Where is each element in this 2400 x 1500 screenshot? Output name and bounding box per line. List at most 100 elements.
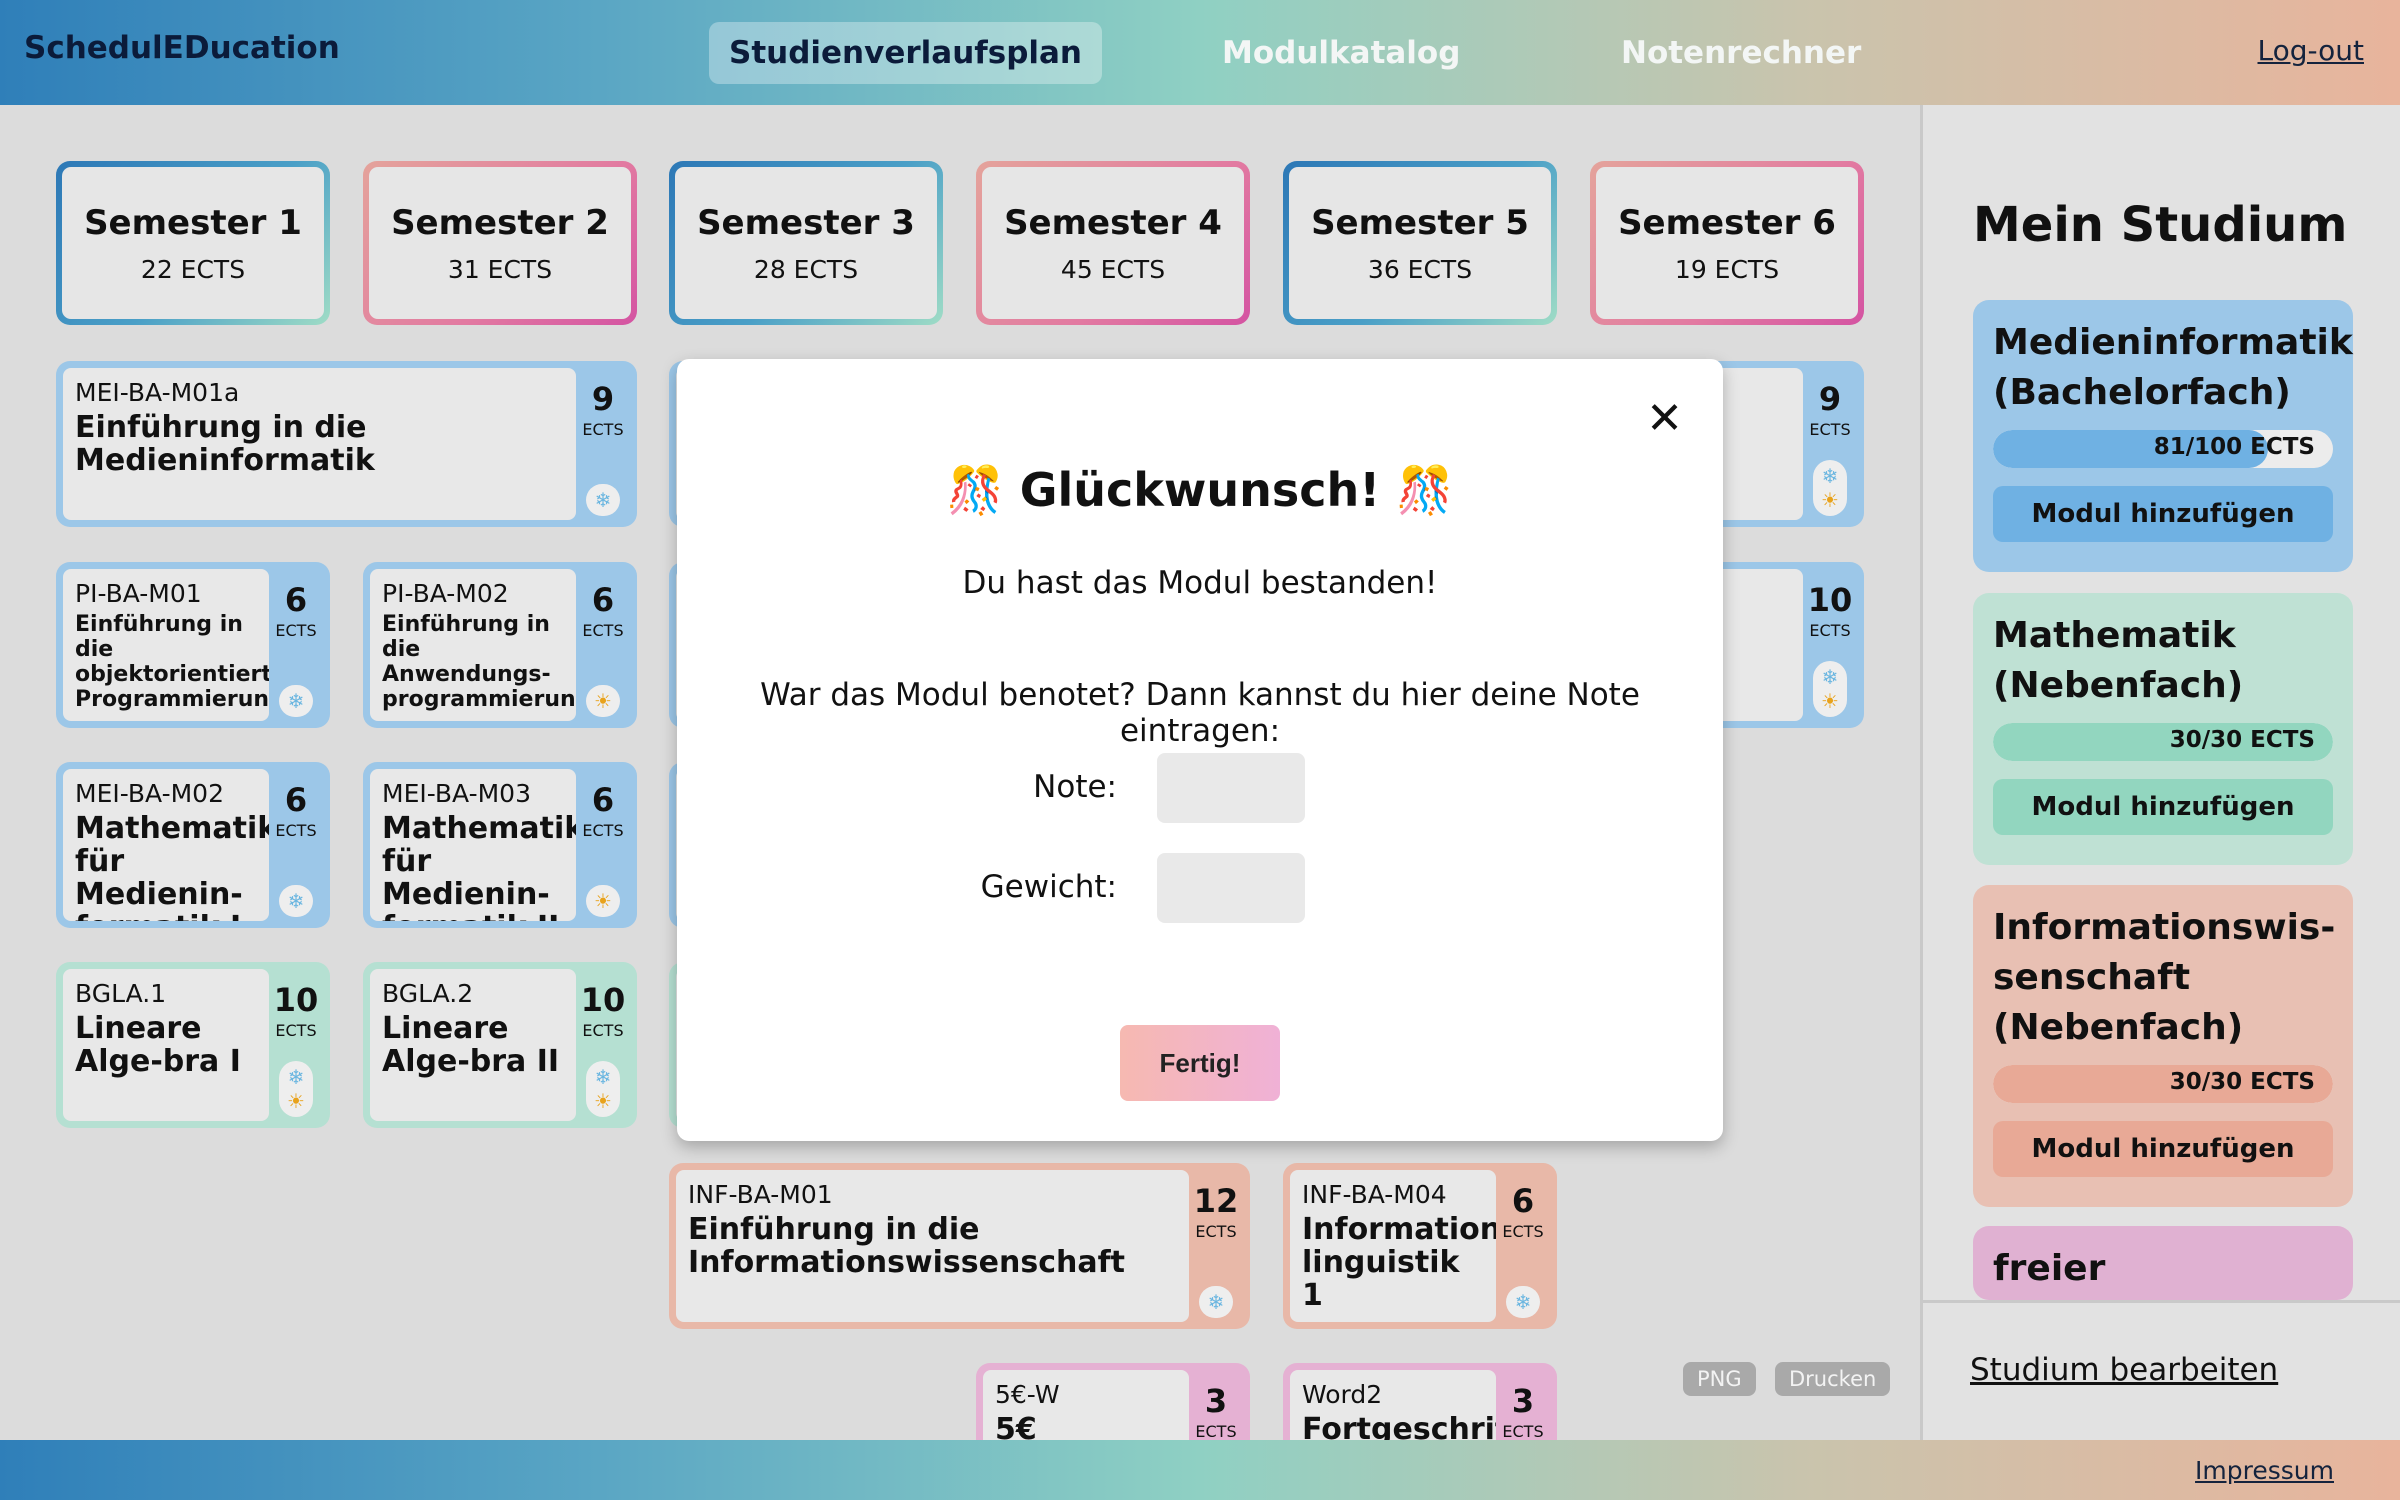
semester-header-2[interactable]: Semester 2 31 ECTS: [363, 161, 637, 325]
module-ects-unit: ECTS: [1809, 420, 1851, 439]
subject-name: Mathematik (Nebenfach): [1993, 615, 2244, 706]
top-navigation-bar: SchedulEDucation Studienverlaufsplan Mod…: [0, 0, 2400, 105]
semester-header-1[interactable]: Semester 1 22 ECTS: [56, 161, 330, 325]
module-ects: 6: [1511, 1182, 1535, 1220]
note-input[interactable]: [1157, 753, 1305, 823]
module-title: Einführung in die Medieninformatik: [75, 410, 375, 478]
progress-label: 30/30 ECTS: [2169, 1069, 2315, 1095]
module-title: Lineare Alge-bra II: [382, 1011, 560, 1079]
sun-icon: ☀: [287, 1089, 305, 1113]
sun-icon: ☀: [594, 689, 612, 713]
subject-name: Medieninformatik (Bachelorfach): [1993, 322, 2353, 413]
semester-availability: ❄: [279, 685, 313, 717]
module-code: MEI-BA-M02: [75, 779, 224, 808]
subject-card-informationswissenschaft: Informationswis-senschaft (Nebenfach) 30…: [1973, 885, 2353, 1207]
module-ects-unit: ECTS: [582, 821, 624, 840]
app-logo[interactable]: SchedulEDucation: [24, 30, 340, 66]
subject-progress-bar: 30/30 ECTS: [1993, 723, 2333, 761]
close-icon[interactable]: ✕: [1646, 393, 1683, 444]
module-card[interactable]: MEI-BA-M01a Einführung in die Medieninfor…: [56, 361, 637, 527]
module-card[interactable]: BGLA.2 Lineare Alge-bra II 10 ECTS ❄ ☀: [363, 962, 637, 1128]
module-ects-unit: ECTS: [1502, 1222, 1544, 1241]
modal-title: 🎊 Glückwunsch! 🎊: [946, 463, 1454, 517]
add-module-button[interactable]: Modul hinzufügen: [1993, 1121, 2333, 1177]
snowflake-icon: ❄: [1207, 1290, 1225, 1314]
semester-ects: 31 ECTS: [447, 254, 553, 284]
module-ects: 10: [1807, 581, 1853, 619]
module-code: BGLA.1: [75, 979, 167, 1008]
submit-button[interactable]: Fertig!: [1120, 1025, 1280, 1101]
semester-title: Semester 1: [84, 202, 302, 243]
modal-subtitle: Du hast das Modul bestanden!: [962, 565, 1438, 601]
module-code: PI-BA-M02: [382, 579, 509, 608]
snowflake-icon: ❄: [1514, 1290, 1532, 1314]
module-card[interactable]: 5€-W 5€ 3 ECTS: [976, 1363, 1250, 1440]
subject-progress-bar: 81/100 ECTS: [1993, 430, 2333, 468]
module-ects-unit: ECTS: [1195, 1422, 1237, 1440]
semester-ects: 45 ECTS: [1060, 254, 1166, 284]
add-module-button[interactable]: Modul hinzufügen: [1993, 779, 2333, 835]
module-title: Lineare Alge-bra I: [75, 1011, 241, 1079]
snowflake-icon: ❄: [1821, 665, 1839, 689]
module-ects-unit: ECTS: [582, 621, 624, 640]
print-button[interactable]: Drucken: [1775, 1362, 1891, 1396]
module-card[interactable]: MEI-BA-M03 Mathematik für Medienin-format…: [363, 762, 637, 928]
module-ects: 9: [591, 380, 615, 418]
semester-header-5[interactable]: Semester 5 36 ECTS: [1283, 161, 1557, 325]
subject-name: freier Wahlbereich: [1993, 1248, 2245, 1300]
module-ects: 6: [284, 781, 308, 819]
module-card[interactable]: Word2 Fortgeschrit- 3 ECTS: [1283, 1363, 1557, 1440]
weight-label: Gewicht:: [980, 869, 1117, 905]
module-card[interactable]: INF-BA-M04 Informations-linguistik 1 6 ECT…: [1283, 1163, 1557, 1329]
module-ects-unit: ECTS: [1502, 1422, 1544, 1440]
nav-tab-studienverlaufsplan[interactable]: Studienverlaufsplan: [709, 22, 1103, 84]
semester-availability: ❄: [279, 885, 313, 917]
module-code: INF-BA-M04: [1302, 1180, 1447, 1209]
nav-tab-notenrechner[interactable]: Notenrechner: [1601, 22, 1881, 84]
semester-ects: 36 ECTS: [1367, 254, 1473, 284]
sun-icon: ☀: [1821, 689, 1839, 713]
subject-card-mathematik: Mathematik (Nebenfach) 30/30 ECTS Modul …: [1973, 593, 2353, 865]
module-ects: 12: [1193, 1182, 1239, 1220]
semester-title: Semester 2: [391, 202, 609, 243]
snowflake-icon: ❄: [287, 689, 305, 713]
semester-header-3[interactable]: Semester 3 28 ECTS: [669, 161, 943, 325]
module-title: Fortgeschrit-: [1302, 1412, 1496, 1440]
module-title: 5€: [995, 1412, 1037, 1440]
module-ects: 6: [591, 781, 615, 819]
semester-header-4[interactable]: Semester 4 45 ECTS: [976, 161, 1250, 325]
module-ects-unit: ECTS: [275, 621, 317, 640]
edit-studies-link[interactable]: Studium bearbeiten: [1970, 1352, 2278, 1388]
sidebar-divider: [1920, 1300, 2400, 1303]
module-title: Einführung in die Informationswissenscha…: [688, 1212, 1125, 1280]
progress-label: 30/30 ECTS: [2169, 727, 2315, 753]
subject-card-medieninformatik: Medieninformatik (Bachelorfach) 81/100 E…: [1973, 300, 2353, 572]
module-title: Mathematik für Medienin-formatik I: [75, 811, 269, 921]
module-card[interactable]: PI-BA-M01 Einführung in die objektorienti…: [56, 562, 330, 728]
nav-tab-modulkatalog[interactable]: Modulkatalog: [1202, 22, 1480, 84]
module-ects-unit: ECTS: [275, 821, 317, 840]
module-card[interactable]: BGLA.1 Lineare Alge-bra I 10 ECTS ❄ ☀: [56, 962, 330, 1128]
logout-link[interactable]: Log-out: [2258, 34, 2365, 67]
export-png-button[interactable]: PNG: [1683, 1362, 1756, 1396]
sidebar-title: Mein Studium: [1973, 197, 2348, 253]
weight-input[interactable]: [1157, 853, 1305, 923]
module-card[interactable]: MEI-BA-M02 Mathematik für Medienin-format…: [56, 762, 330, 928]
module-code: MEI-BA-M03: [382, 779, 531, 808]
sun-icon: ☀: [594, 1089, 612, 1113]
semester-header-6[interactable]: Semester 6 19 ECTS: [1590, 161, 1864, 325]
sun-icon: ☀: [594, 889, 612, 913]
semester-availability: ☀: [586, 685, 620, 717]
module-card[interactable]: PI-BA-M02 Einführung in die Anwendungs-pr…: [363, 562, 637, 728]
semester-availability: ❄ ☀: [279, 1061, 313, 1117]
footer: Impressum: [0, 1440, 2400, 1500]
add-module-button[interactable]: Modul hinzufügen: [1993, 486, 2333, 542]
module-card[interactable]: INF-BA-M01 Einführung in die Informations…: [669, 1163, 1250, 1329]
module-ects: 3: [1511, 1382, 1535, 1420]
impressum-link[interactable]: Impressum: [2195, 1456, 2334, 1485]
module-code: 5€-W: [995, 1380, 1060, 1409]
modal-question: War das Modul benotet? Dann kannst du hi…: [760, 677, 1640, 749]
semester-title: Semester 3: [697, 202, 915, 243]
semester-ects: 28 ECTS: [753, 254, 859, 284]
module-code: MEI-BA-M01a: [75, 378, 240, 407]
